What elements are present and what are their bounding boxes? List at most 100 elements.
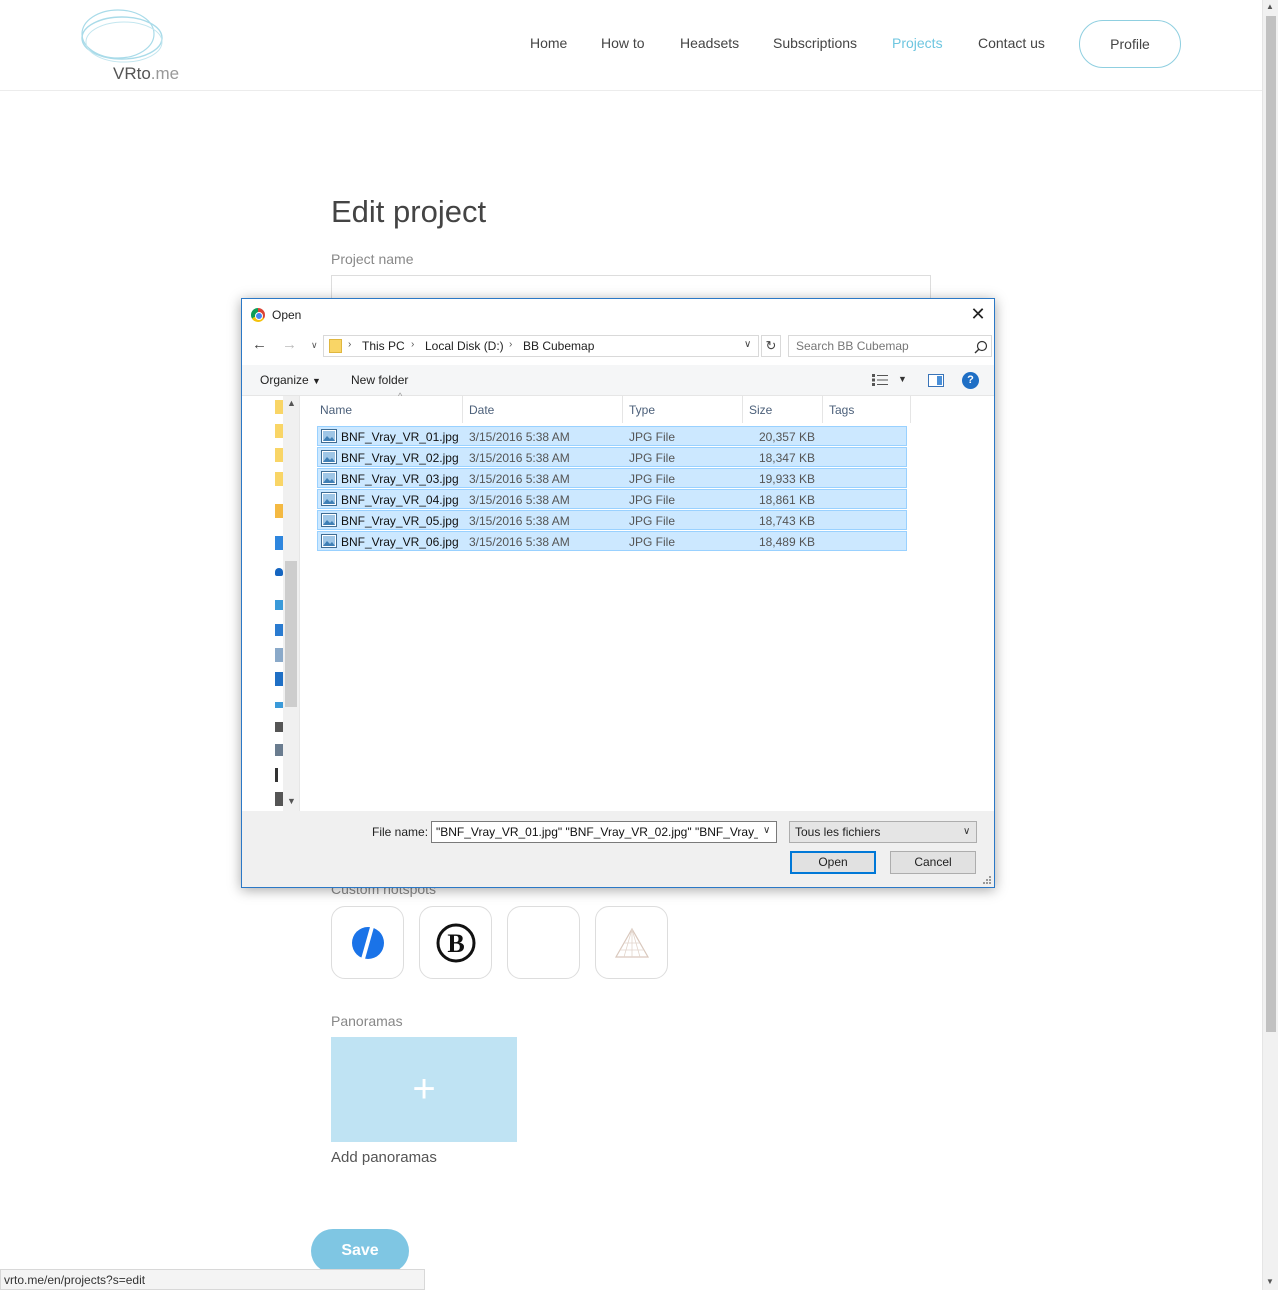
quick-access-folder-icon[interactable] xyxy=(275,400,283,414)
search-box[interactable] xyxy=(788,335,992,357)
logo-text[interactable]: VRto.me xyxy=(113,64,179,84)
folder-icon xyxy=(329,339,342,353)
desktop-icon[interactable] xyxy=(275,624,283,636)
column-header-name[interactable]: Name ^ xyxy=(314,391,463,423)
forward-arrow-icon[interactable]: → xyxy=(282,336,297,353)
music-icon[interactable] xyxy=(275,702,283,708)
recent-locations-chevron-icon[interactable]: ∨ xyxy=(311,340,318,351)
file-list: Name ^ Date Type Size Tags BNF_Vray_VR_01… xyxy=(300,391,994,811)
hotspot-option-1[interactable] xyxy=(331,906,404,979)
preview-pane-icon[interactable] xyxy=(928,374,944,387)
hotspot-option-3[interactable] xyxy=(507,906,580,979)
nav-projects[interactable]: Projects xyxy=(892,35,943,51)
file-name-dropdown-chevron-icon[interactable]: ∨ xyxy=(763,825,770,836)
page-scrollbar-thumb[interactable] xyxy=(1266,16,1276,1032)
quick-access-folder-icon[interactable] xyxy=(275,472,283,486)
breadcrumb-separator-icon[interactable]: › xyxy=(509,339,512,350)
help-icon[interactable]: ? xyxy=(962,372,979,389)
scroll-down-icon[interactable]: ▼ xyxy=(287,796,296,806)
file-row[interactable]: BNF_Vray_VR_01.jpg 3/15/2016 5:38 AM JPG… xyxy=(317,426,907,446)
breadcrumb-this-pc[interactable]: This PC xyxy=(362,339,405,353)
organize-button[interactable]: Organize ▼ xyxy=(260,373,321,387)
column-header-tags[interactable]: Tags xyxy=(823,396,911,423)
resize-grip-icon[interactable] xyxy=(982,875,992,885)
pictures-icon[interactable] xyxy=(275,722,283,732)
quick-access-folder-icon[interactable] xyxy=(275,448,283,462)
view-dropdown-icon[interactable]: ▼ xyxy=(898,374,907,384)
breadcrumb-local-disk[interactable]: Local Disk (D:) xyxy=(425,339,504,353)
nav-how-to[interactable]: How to xyxy=(601,35,645,51)
cancel-button[interactable]: Cancel xyxy=(890,851,976,874)
profile-button[interactable]: Profile xyxy=(1079,20,1181,68)
dialog-titlebar[interactable]: Open ✕ xyxy=(242,299,994,330)
close-icon[interactable]: ✕ xyxy=(964,302,992,326)
file-name-box[interactable]: ∨ xyxy=(431,821,777,843)
file-name-input[interactable] xyxy=(432,822,758,842)
chevron-down-icon: ∨ xyxy=(963,826,971,837)
image-file-icon xyxy=(321,450,337,464)
open-file-dialog: Open ✕ ← → ∨ › This PC › Local Disk (D:)… xyxy=(241,298,995,888)
dropbox-icon[interactable] xyxy=(275,536,283,550)
back-arrow-icon[interactable]: ← xyxy=(252,336,267,353)
creative-cloud-folder-icon[interactable] xyxy=(275,504,283,518)
address-dropdown-chevron-icon[interactable]: ∨ xyxy=(744,339,751,350)
nav-subscriptions[interactable]: Subscriptions xyxy=(773,35,857,51)
file-type-filter-select[interactable]: Tous les fichiers ∨ xyxy=(789,821,977,843)
quick-access-folder-icon[interactable] xyxy=(275,424,283,438)
column-header-date[interactable]: Date xyxy=(463,396,623,423)
search-icon[interactable] xyxy=(974,340,988,354)
breadcrumb-bb-cubemap[interactable]: BB Cubemap xyxy=(523,339,594,353)
file-row[interactable]: BNF_Vray_VR_05.jpg 3/15/2016 5:38 AM JPG… xyxy=(317,510,907,530)
new-folder-button[interactable]: New folder xyxy=(351,373,408,387)
address-bar[interactable]: › This PC › Local Disk (D:) › BB Cubemap… xyxy=(323,335,759,357)
nav-headsets[interactable]: Headsets xyxy=(680,35,739,51)
scroll-up-icon[interactable]: ▲ xyxy=(287,398,296,408)
file-row[interactable]: BNF_Vray_VR_04.jpg 3/15/2016 5:38 AM JPG… xyxy=(317,489,907,509)
page-title: Edit project xyxy=(331,194,487,229)
hotspot-option-2[interactable]: B xyxy=(419,906,492,979)
file-size: 18,861 KB xyxy=(758,493,815,507)
column-header-type[interactable]: Type xyxy=(623,396,743,423)
file-size: 19,933 KB xyxy=(758,472,815,486)
file-size: 18,489 KB xyxy=(758,535,815,549)
chrome-icon xyxy=(251,308,265,322)
open-button[interactable]: Open xyxy=(790,851,876,874)
file-name: BNF_Vray_VR_06.jpg xyxy=(341,535,459,549)
plus-icon: + xyxy=(412,1067,436,1111)
file-name: BNF_Vray_VR_01.jpg xyxy=(341,430,459,444)
file-name-label: File name: xyxy=(372,825,429,839)
file-row[interactable]: BNF_Vray_VR_03.jpg 3/15/2016 5:38 AM JPG… xyxy=(317,468,907,488)
breadcrumb-separator-icon[interactable]: › xyxy=(411,339,414,350)
organize-dropdown-icon: ▼ xyxy=(312,376,321,386)
hotspot-option-4[interactable] xyxy=(595,906,668,979)
videos-icon[interactable] xyxy=(275,744,283,756)
refresh-icon[interactable]: ↻ xyxy=(761,335,781,357)
nav-contact-us[interactable]: Contact us xyxy=(978,35,1045,51)
file-name: BNF_Vray_VR_03.jpg xyxy=(341,472,459,486)
scroll-up-icon[interactable]: ▲ xyxy=(1266,2,1274,11)
file-row[interactable]: BNF_Vray_VR_02.jpg 3/15/2016 5:38 AM JPG… xyxy=(317,447,907,467)
nav-home[interactable]: Home xyxy=(530,35,567,51)
file-date: 3/15/2016 5:38 AM xyxy=(469,493,570,507)
onedrive-icon[interactable] xyxy=(275,568,283,576)
image-file-icon xyxy=(321,492,337,506)
downloads-icon[interactable] xyxy=(275,672,283,686)
file-date: 3/15/2016 5:38 AM xyxy=(469,535,570,549)
file-type: JPG File xyxy=(629,430,676,444)
documents-icon[interactable] xyxy=(275,648,283,662)
column-header-size[interactable]: Size xyxy=(743,396,823,423)
page-scrollbar[interactable]: ▲ ▼ xyxy=(1262,0,1278,1290)
this-pc-icon[interactable] xyxy=(275,600,283,610)
scroll-down-icon[interactable]: ▼ xyxy=(1266,1277,1274,1286)
search-input[interactable] xyxy=(789,336,969,356)
drive-icon[interactable] xyxy=(275,792,283,806)
navigation-pane-scrollbar[interactable]: ▲ ▼ xyxy=(283,396,299,811)
navigation-scrollbar-thumb[interactable] xyxy=(285,561,297,707)
view-options-icon[interactable] xyxy=(872,374,888,386)
drive-icon[interactable] xyxy=(275,768,278,782)
save-button[interactable]: Save xyxy=(311,1229,409,1273)
breadcrumb-separator-icon[interactable]: › xyxy=(348,339,351,350)
add-panoramas-tile[interactable]: + xyxy=(331,1037,517,1142)
file-row[interactable]: BNF_Vray_VR_06.jpg 3/15/2016 5:38 AM JPG… xyxy=(317,531,907,551)
image-file-icon xyxy=(321,429,337,443)
